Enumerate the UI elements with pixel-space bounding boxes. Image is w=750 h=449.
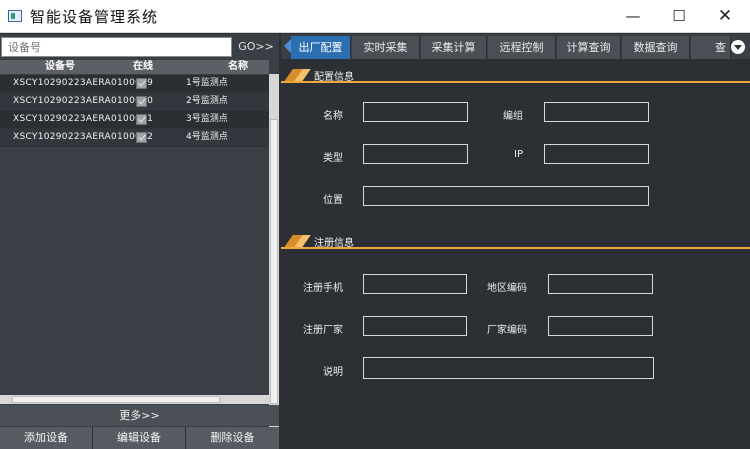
group-label: 编组	[503, 111, 523, 122]
name-field[interactable]	[363, 102, 468, 122]
vendor-code-label: 厂家编码	[487, 325, 527, 336]
minimize-icon[interactable]: —	[610, 0, 656, 32]
section-divider	[281, 81, 750, 83]
location-label: 位置	[323, 195, 343, 206]
table-row[interactable]: XSCY10290223AERA0100089 1号监测点	[0, 75, 269, 93]
register-vendor-label: 注册厂家	[303, 325, 343, 336]
description-field[interactable]	[363, 357, 654, 379]
device-code: XSCY10290223AERA0100090	[13, 96, 154, 106]
section-divider	[281, 247, 750, 249]
table-row[interactable]: XSCY10290223AERA0100092 4号监测点	[0, 129, 269, 147]
tab-bar: 出厂配置 实时采集 采集计算 远程控制 计算查询 数据查询 查	[281, 34, 750, 59]
column-header-online[interactable]: 在线	[133, 60, 153, 74]
edit-device-button[interactable]: 编辑设备	[93, 427, 186, 449]
column-header-code[interactable]: 设备号	[45, 60, 75, 74]
device-actions: 添加设备 编辑设备 删除设备	[0, 427, 279, 449]
tab-remote-control[interactable]: 远程控制	[488, 36, 556, 59]
tab-collect-calc[interactable]: 采集计算	[421, 36, 487, 59]
register-phone-field[interactable]	[363, 274, 467, 294]
tab-realtime-collect[interactable]: 实时采集	[352, 36, 420, 59]
table-row[interactable]: XSCY10290223AERA0100091 3号监测点	[0, 111, 269, 129]
device-list-header: 设备号 在线 名称	[0, 60, 269, 74]
device-name: 4号监测点	[186, 132, 228, 142]
device-name: 2号监测点	[186, 96, 228, 106]
content-panel: 出厂配置 实时采集 采集计算 远程控制 计算查询 数据查询 查 配置信息 名称 …	[281, 34, 750, 449]
chevron-down-icon[interactable]	[731, 40, 745, 54]
name-label: 名称	[323, 111, 343, 122]
vertical-scroll-thumb[interactable]	[270, 119, 278, 404]
type-label: 类型	[323, 153, 343, 164]
ip-label: IP	[514, 149, 523, 160]
device-code: XSCY10290223AERA0100092	[13, 132, 154, 142]
window-title: 智能设备管理系统	[30, 8, 159, 26]
title-bar: 智能设备管理系统 — ☐ ✕	[0, 0, 750, 33]
type-field[interactable]	[363, 144, 468, 164]
device-code: XSCY10290223AERA0100091	[13, 114, 154, 124]
ip-field[interactable]	[544, 144, 649, 164]
region-code-field[interactable]	[548, 274, 653, 294]
vertical-scrollbar[interactable]	[269, 74, 279, 428]
device-panel: GO>> 设备号 在线 名称 XSCY10290223AERA0100089 1…	[0, 34, 279, 449]
vendor-code-field[interactable]	[548, 316, 653, 336]
online-checkbox[interactable]	[136, 78, 147, 89]
device-name: 1号监测点	[186, 78, 228, 88]
add-device-button[interactable]: 添加设备	[0, 427, 93, 449]
horizontal-scrollbar[interactable]	[0, 395, 269, 404]
online-checkbox[interactable]	[136, 114, 147, 125]
device-name: 3号监测点	[186, 114, 228, 124]
tab-query-truncated[interactable]: 查	[691, 36, 731, 59]
tab-factory-config[interactable]: 出厂配置	[291, 36, 351, 59]
app-icon	[8, 10, 22, 22]
group-field[interactable]	[544, 102, 649, 122]
device-code: XSCY10290223AERA0100089	[13, 78, 154, 88]
device-list: XSCY10290223AERA0100089 1号监测点 XSCY102902…	[0, 75, 269, 147]
tab-scroll-left-icon[interactable]	[284, 39, 291, 53]
tab-data-query[interactable]: 数据查询	[622, 36, 690, 59]
region-code-label: 地区编码	[487, 283, 527, 294]
device-search-input[interactable]	[1, 37, 232, 57]
config-section-header: 配置信息	[281, 67, 750, 83]
tab-calc-query[interactable]: 计算查询	[557, 36, 621, 59]
app-window: 智能设备管理系统 — ☐ ✕ GO>> 设备号 在线 名称 XSCY102902…	[0, 0, 750, 449]
register-phone-label: 注册手机	[303, 283, 343, 294]
table-row[interactable]: XSCY10290223AERA0100090 2号监测点	[0, 93, 269, 111]
online-checkbox[interactable]	[136, 96, 147, 107]
close-icon[interactable]: ✕	[702, 0, 748, 32]
online-checkbox[interactable]	[136, 132, 147, 143]
go-button[interactable]: GO>>	[234, 37, 278, 57]
description-label: 说明	[323, 367, 343, 378]
location-field[interactable]	[363, 186, 649, 206]
delete-device-button[interactable]: 删除设备	[186, 427, 279, 449]
column-header-name[interactable]: 名称	[228, 60, 248, 74]
maximize-icon[interactable]: ☐	[656, 0, 702, 32]
horizontal-scroll-thumb[interactable]	[12, 396, 220, 403]
register-section-header: 注册信息	[281, 233, 750, 249]
register-vendor-field[interactable]	[363, 316, 467, 336]
more-button[interactable]: 更多>>	[0, 405, 279, 426]
